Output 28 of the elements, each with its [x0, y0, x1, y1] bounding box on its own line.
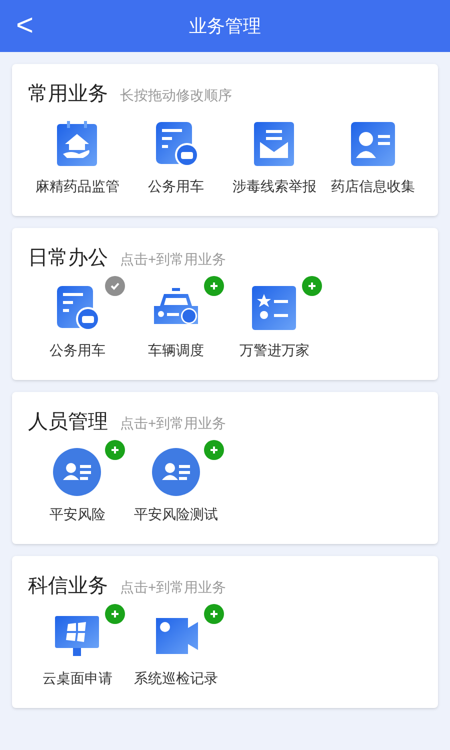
- service-label: 平安风险: [49, 505, 106, 524]
- service-label: 药店信息收集: [330, 177, 415, 196]
- section-title: 日常办公: [28, 246, 108, 271]
- section-hint: 点击+到常用业务: [120, 414, 226, 433]
- page-title: 业务管理: [189, 15, 261, 38]
- add-badge[interactable]: [302, 276, 322, 296]
- back-button[interactable]: <: [16, 8, 34, 44]
- section-hint: 点击+到常用业务: [120, 250, 226, 269]
- section-hint: 点击+到常用业务: [120, 578, 226, 597]
- add-badge[interactable]: [204, 604, 224, 624]
- add-badge[interactable]: [204, 440, 224, 460]
- service-label: 麻精药品监管: [35, 177, 120, 196]
- add-badge[interactable]: [105, 604, 126, 624]
- service-label: 车辆调度: [148, 341, 204, 360]
- service-label: 公务用车: [49, 341, 106, 360]
- service-label: 万警进万家: [239, 341, 310, 360]
- service-label: 涉毒线索举报: [232, 177, 316, 196]
- add-badge[interactable]: [204, 276, 224, 296]
- service-label: 平安风险测试: [134, 505, 218, 524]
- section-title: 常用业务: [28, 82, 108, 107]
- service-label: 云桌面申请: [42, 669, 112, 688]
- service-label: 系统巡检记录: [134, 669, 218, 688]
- checked-badge[interactable]: [105, 276, 126, 296]
- section-title: 人员管理: [28, 410, 108, 435]
- section-title: 科信业务: [28, 574, 108, 599]
- section-hint: 长按拖动修改顺序: [120, 86, 232, 105]
- add-badge[interactable]: [105, 440, 126, 460]
- service-label: 公务用车: [148, 177, 204, 196]
